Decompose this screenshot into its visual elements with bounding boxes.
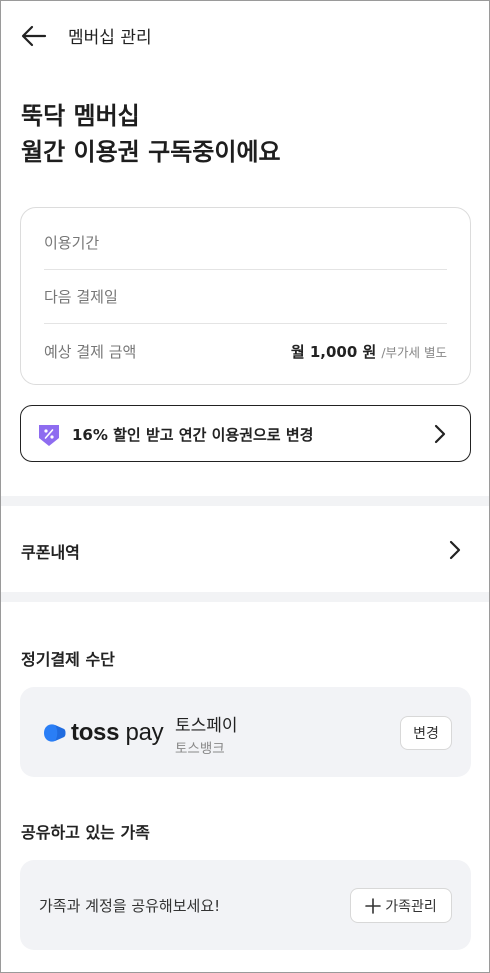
family-manage-button[interactable]: 가족관리 [350,888,452,923]
section-divider [1,496,489,506]
discount-tag-icon [39,425,59,446]
toss-pay-wordmark: toss pay [71,719,164,746]
payment-method-name: 토스페이 [175,716,238,736]
info-row-next-payment: 다음 결제일 [44,270,447,324]
payment-section-title: 정기결제 수단 [21,650,115,669]
price-value: 월 1,000 원 [290,342,377,361]
app-header: 멤버십 관리 [1,1,489,69]
hero-line-1: 뚝닥 멤버십 [21,102,140,130]
vat-note: /부가세 별도 [381,344,447,360]
family-manage-label: 가족관리 [385,898,437,915]
toss-logo-icon [44,724,66,742]
payment-method-card: toss pay 토스페이 토스뱅크 변경 [20,687,471,777]
annual-plan-upgrade-button[interactable]: 16% 할인 받고 연간 이용권으로 변경 [20,405,471,462]
payment-bank-name: 토스뱅크 [175,741,225,757]
toss-pay-logo: toss pay [41,719,164,747]
chevron-right-icon [434,424,446,444]
info-row-period: 이용기간 [44,216,447,270]
info-row-expected-amount: 예상 결제 금액 월 1,000 원 /부가세 별도 [44,324,447,378]
family-sharing-message: 가족과 계정을 공유해보세요! [39,897,221,915]
hero-line-2: 월간 이용권 구독중이에요 [19,134,281,170]
chevron-right-icon [449,540,461,560]
family-section-title: 공유하고 있는 가족 [21,823,150,842]
back-button[interactable] [19,21,49,51]
change-payment-button[interactable]: 변경 [400,716,452,750]
promo-label: 16% 할인 받고 연간 이용권으로 변경 [72,426,314,444]
family-sharing-card: 가족과 계정을 공유해보세요! 가족관리 [20,860,471,950]
arrow-left-icon [21,25,47,47]
hero-highlight: 월간 이용권 [19,134,144,170]
info-label-expected-amount: 예상 결제 금액 [44,342,137,361]
plus-icon [365,897,382,914]
coupon-history-item[interactable]: 쿠폰내역 [1,506,489,592]
expected-amount: 월 1,000 원 /부가세 별도 [291,341,447,362]
subscription-info-card: 이용기간 다음 결제일 예상 결제 금액 월 1,000 원 /부가세 별도 [20,207,471,385]
hero-heading: 뚝닥 멤버십 월간 이용권 구독중이에요 [19,98,281,170]
coupon-history-label: 쿠폰내역 [21,543,80,562]
page-title: 멤버십 관리 [68,28,152,48]
info-label-period: 이용기간 [44,234,100,252]
screen: 멤버십 관리 뚝닥 멤버십 월간 이용권 구독중이에요 이용기간 다음 결제일 … [0,0,490,973]
hero-line-2-rest: 구독중이에요 [139,138,281,166]
info-label-next-payment: 다음 결제일 [44,288,118,306]
section-divider [1,592,489,602]
